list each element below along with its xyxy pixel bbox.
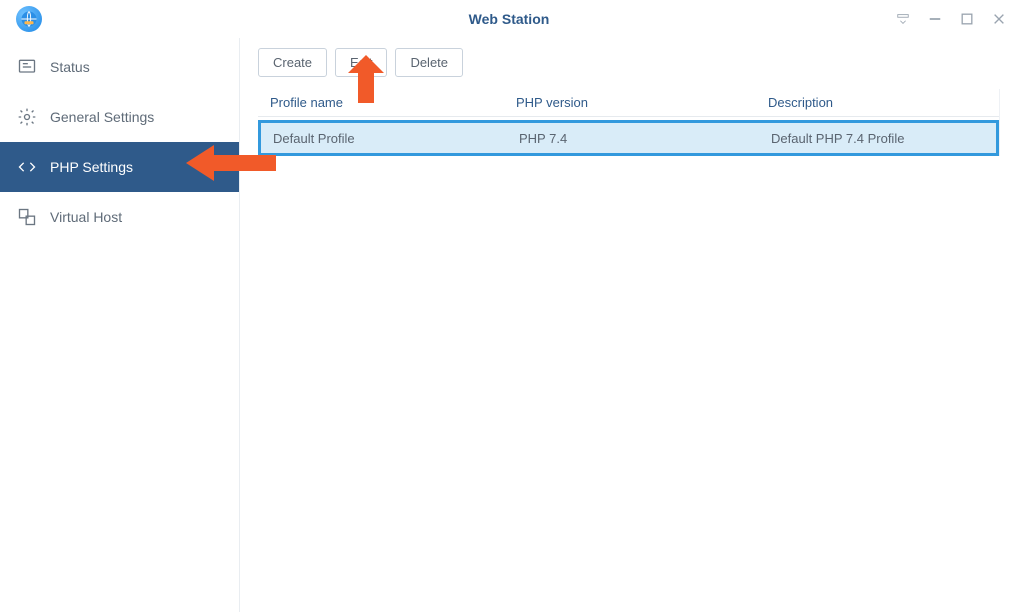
status-icon: [16, 56, 38, 78]
profiles-table: Profile name PHP version Description Def…: [258, 89, 1000, 156]
column-header-description[interactable]: Description: [756, 95, 999, 110]
dropdown-icon[interactable]: [894, 10, 912, 28]
sidebar-item-label: Virtual Host: [50, 209, 122, 225]
sidebar-item-virtual-host[interactable]: Virtual Host: [0, 192, 239, 242]
minimize-icon[interactable]: [926, 10, 944, 28]
title-bar: Web Station: [0, 0, 1018, 38]
create-button[interactable]: Create: [258, 48, 327, 77]
sidebar-item-php-settings[interactable]: PHP Settings: [0, 142, 239, 192]
sidebar-item-general-settings[interactable]: General Settings: [0, 92, 239, 142]
table-row[interactable]: Default Profile PHP 7.4 Default PHP 7.4 …: [258, 120, 999, 156]
table-header: Profile name PHP version Description: [258, 89, 999, 117]
sidebar-item-label: General Settings: [50, 109, 154, 125]
sidebar-item-label: PHP Settings: [50, 159, 133, 175]
code-icon: [16, 156, 38, 178]
virtual-host-icon: [16, 206, 38, 228]
maximize-icon[interactable]: [958, 10, 976, 28]
delete-button[interactable]: Delete: [395, 48, 463, 77]
cell-description: Default PHP 7.4 Profile: [759, 131, 996, 146]
cell-php-version: PHP 7.4: [507, 131, 759, 146]
window-title: Web Station: [0, 11, 1018, 27]
main-pane: Create Edit Delete Profile name PHP vers…: [240, 38, 1018, 612]
toolbar: Create Edit Delete: [258, 48, 1000, 77]
close-icon[interactable]: [990, 10, 1008, 28]
sidebar-item-status[interactable]: Status: [0, 42, 239, 92]
column-header-version[interactable]: PHP version: [504, 95, 756, 110]
column-header-name[interactable]: Profile name: [258, 95, 504, 110]
cell-profile-name: Default Profile: [261, 131, 507, 146]
gear-icon: [16, 106, 38, 128]
sidebar: Status General Settings PHP Settings Vir…: [0, 38, 240, 612]
sidebar-item-label: Status: [50, 59, 90, 75]
app-icon: [16, 6, 42, 32]
edit-button[interactable]: Edit: [335, 48, 387, 77]
